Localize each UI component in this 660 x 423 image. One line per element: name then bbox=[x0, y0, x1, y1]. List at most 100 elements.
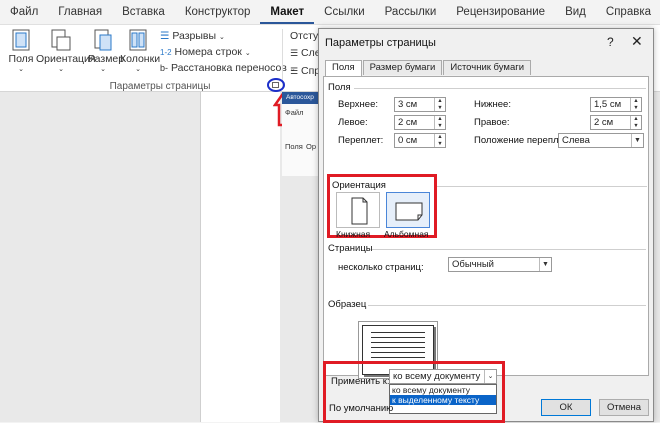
orientation-button[interactable]: Ориентация ⌄ bbox=[36, 29, 96, 73]
orientation-dropdown-arrow: ⌄ bbox=[58, 66, 64, 73]
gutter-input[interactable]: 0 см ▲ ▼ bbox=[394, 133, 446, 148]
background-orientation-button: Ор bbox=[306, 142, 317, 151]
spin-arrows-icon[interactable]: ▲ ▼ bbox=[434, 98, 445, 111]
apply-to-select[interactable]: ко всему документу ⌄ bbox=[389, 369, 497, 384]
tab-mailings[interactable]: Рассылки bbox=[375, 6, 447, 18]
apply-to-dropdown-list: ко всему документу к выделенному тексту bbox=[389, 384, 497, 414]
portrait-page-icon bbox=[351, 197, 368, 225]
tab-paper-source[interactable]: Источник бумаги bbox=[443, 60, 532, 75]
preview-line bbox=[371, 342, 425, 343]
dialog-title: Параметры страницы bbox=[325, 37, 436, 49]
breaks-label: Разрывы bbox=[172, 30, 217, 42]
divider bbox=[354, 88, 646, 89]
divider bbox=[372, 249, 646, 250]
hyphenation-icon: b‑ bbox=[160, 63, 169, 73]
close-icon[interactable]: ✕ bbox=[631, 33, 643, 50]
orientation-label: Ориентация bbox=[36, 53, 96, 65]
portrait-option[interactable] bbox=[336, 192, 380, 228]
margins-button[interactable]: Поля ⌄ bbox=[8, 29, 34, 73]
landscape-label[interactable]: Альбомная bbox=[384, 229, 429, 239]
breaks-icon: ☰ bbox=[160, 30, 170, 42]
orientation-section-title: Ориентация bbox=[332, 180, 386, 191]
preview-section-title: Образец bbox=[328, 299, 367, 310]
page-setup-dialog-launcher-icon[interactable] bbox=[272, 82, 279, 88]
dialog-tabs: Поля Размер бумаги Источник бумаги bbox=[325, 60, 532, 76]
columns-label: Колонки bbox=[120, 53, 161, 65]
chevron-down-icon: ▼ bbox=[539, 258, 551, 271]
right-margin-input[interactable]: 2 см ▲ ▼ bbox=[590, 115, 642, 130]
landscape-option[interactable] bbox=[386, 192, 430, 228]
tab-home[interactable]: Главная bbox=[48, 6, 112, 18]
tab-review[interactable]: Рецензирование bbox=[446, 6, 555, 18]
apply-option-whole-document[interactable]: ко всему документу bbox=[390, 385, 496, 395]
cancel-button[interactable]: Отмена bbox=[599, 399, 649, 416]
divider bbox=[437, 186, 647, 187]
pages-section-title: Страницы bbox=[328, 243, 373, 254]
apply-to-label: Применить к: bbox=[331, 376, 390, 387]
line-numbers-button[interactable]: 1‑2 Номера строк ⌄ bbox=[160, 46, 251, 58]
indent-right-field[interactable]: ☰ Спр bbox=[290, 65, 320, 77]
background-window-title: Автосохр bbox=[282, 92, 322, 104]
right-margin-value: 2 см bbox=[594, 117, 614, 128]
apply-option-selected-text[interactable]: к выделенному тексту bbox=[390, 395, 496, 405]
margins-section-title: Поля bbox=[328, 82, 351, 93]
columns-dropdown-arrow: ⌄ bbox=[135, 66, 141, 73]
breaks-button[interactable]: ☰ Разрывы ⌄ bbox=[160, 30, 225, 42]
spin-arrows-icon[interactable]: ▲ ▼ bbox=[630, 98, 641, 111]
chevron-down-icon[interactable]: ⌄ bbox=[484, 370, 496, 383]
columns-button[interactable]: Колонки ⌄ bbox=[120, 29, 160, 73]
ok-button[interactable]: ОК bbox=[541, 399, 591, 416]
left-margin-input[interactable]: 2 см ▲ ▼ bbox=[394, 115, 446, 130]
tab-help[interactable]: Справка bbox=[596, 6, 660, 18]
size-label: Размер bbox=[88, 53, 125, 65]
help-icon[interactable]: ? bbox=[607, 35, 614, 49]
gutter-value: 0 см bbox=[398, 135, 418, 146]
size-dropdown-arrow: ⌄ bbox=[100, 66, 106, 73]
spin-arrows-icon[interactable]: ▲ ▼ bbox=[434, 134, 445, 147]
chevron-down-icon: ▼ bbox=[631, 134, 643, 147]
tab-file[interactable]: Файл bbox=[0, 6, 48, 18]
background-window: Файл Поля Ор bbox=[282, 104, 322, 176]
tab-margins[interactable]: Поля bbox=[325, 60, 362, 76]
document-page[interactable] bbox=[200, 92, 280, 422]
right-margin-label: Правое: bbox=[474, 117, 510, 128]
page-setup-dialog: Параметры страницы ? ✕ Поля Размер бумаг… bbox=[318, 28, 654, 423]
tab-view[interactable]: Вид bbox=[555, 6, 596, 18]
indent-left-icon: ☰ bbox=[290, 48, 299, 58]
bottom-margin-input[interactable]: 1,5 см ▲ ▼ bbox=[590, 97, 642, 112]
divider bbox=[368, 305, 646, 306]
multiple-pages-select[interactable]: Обычный ▼ bbox=[448, 257, 552, 272]
hyphenation-button[interactable]: b‑ Расстановка переносов ⌄ bbox=[160, 62, 296, 74]
tab-design[interactable]: Конструктор bbox=[175, 6, 261, 18]
paper-size-icon bbox=[94, 29, 112, 51]
tab-paper-size[interactable]: Размер бумаги bbox=[362, 60, 443, 75]
preview-line bbox=[371, 347, 425, 348]
indent-left-field[interactable]: ☰ Сле bbox=[290, 47, 321, 59]
background-margins-button: Поля bbox=[285, 142, 303, 151]
background-file-tab: Файл bbox=[285, 108, 304, 117]
tab-layout[interactable]: Макет bbox=[260, 0, 315, 24]
line-numbers-icon: 1‑2 bbox=[160, 48, 172, 57]
tab-insert[interactable]: Вставка bbox=[112, 6, 175, 18]
chevron-down-icon: ⌄ bbox=[244, 50, 251, 57]
bottom-margin-label: Нижнее: bbox=[474, 99, 511, 110]
left-margin-value: 2 см bbox=[398, 117, 418, 128]
size-button[interactable]: Размер ⌄ bbox=[88, 29, 124, 73]
landscape-page-icon bbox=[395, 202, 423, 221]
portrait-label[interactable]: Книжная bbox=[336, 229, 370, 239]
set-as-default-button[interactable]: По умолчанию bbox=[329, 403, 393, 414]
top-margin-input[interactable]: 3 см ▲ ▼ bbox=[394, 97, 446, 112]
tab-references[interactable]: Ссылки bbox=[314, 6, 375, 18]
preview-line bbox=[371, 337, 425, 338]
preview-line bbox=[371, 352, 425, 353]
gutter-label: Переплет: bbox=[338, 135, 384, 146]
columns-icon bbox=[129, 29, 147, 51]
apply-to-value: ко всему документу bbox=[393, 371, 481, 382]
spin-arrows-icon[interactable]: ▲ ▼ bbox=[434, 116, 445, 129]
gutter-position-select[interactable]: Слева ▼ bbox=[558, 133, 644, 148]
spin-arrows-icon[interactable]: ▲ ▼ bbox=[630, 116, 641, 129]
preview-line bbox=[371, 357, 425, 358]
margins-label: Поля bbox=[8, 53, 34, 65]
chevron-down-icon: ⌄ bbox=[218, 34, 225, 41]
orientation-icon bbox=[51, 29, 71, 51]
